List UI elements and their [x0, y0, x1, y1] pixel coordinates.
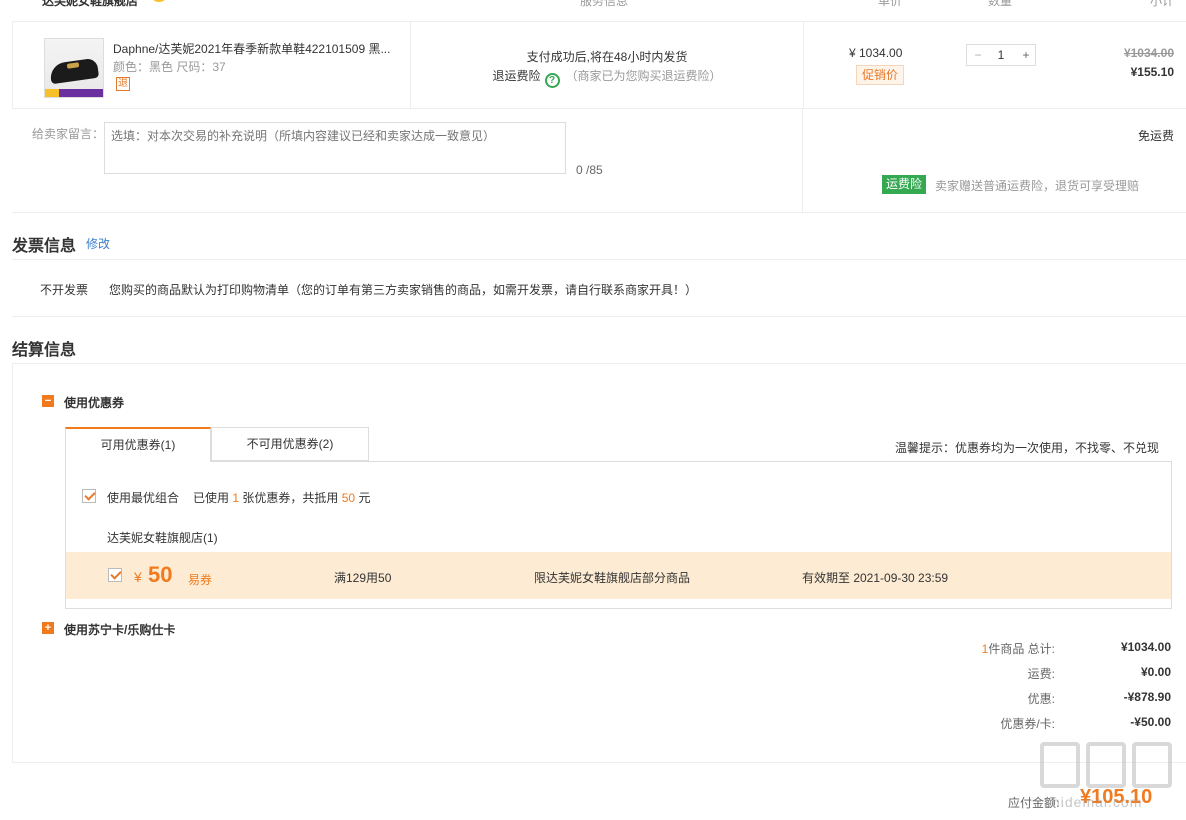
original-total: ¥1034.00 [1123, 46, 1174, 60]
summary-discount-label: 优惠: [1027, 692, 1055, 706]
invoice-edit-link[interactable]: 修改 [86, 235, 110, 252]
unit-price: ¥ 1034.00 [849, 46, 903, 60]
pay-label: 应付金额: [1008, 796, 1060, 810]
insurance-note: （商家已为您购买退运费险） [565, 69, 722, 83]
promo-price-tag: 促销价 [856, 65, 904, 85]
divider [802, 109, 803, 212]
summary-total-row: 1件商品 总计: ¥1034.00 [871, 640, 1171, 660]
use-card-toggle[interactable]: 使用苏宁卡/乐购仕卡 [64, 621, 175, 638]
coupon-scope: 限达芙妮女鞋旗舰店部分商品 [534, 571, 691, 585]
insurance-label: 退运费险 [492, 69, 541, 83]
used-count: 1 [232, 491, 240, 505]
pay-amount: ¥105.10 [1080, 786, 1153, 808]
summary-coupon: -¥50.00 [1130, 715, 1171, 729]
total-label-text: 件商品 总计: [988, 642, 1055, 656]
coupon-store-name: 达芙妮女鞋旗舰店(1) [107, 531, 218, 545]
subtotal: ¥155.10 [1130, 65, 1174, 79]
col-price: 单价 [878, 0, 903, 8]
tab-unavailable-coupons[interactable]: 不可用优惠券(2) [211, 427, 369, 461]
best-combo-label[interactable]: 使用最优组合 [107, 489, 179, 506]
use-coupon-toggle[interactable]: 使用优惠券 [64, 394, 124, 411]
invoice-type: 不开发票 [40, 283, 89, 297]
used-mid: 张优惠券，共抵用 [242, 491, 339, 505]
col-service: 服务信息 [580, 0, 629, 8]
invoice-title: 发票信息 [12, 238, 77, 255]
coupon-amount: 50 [148, 562, 173, 587]
product-row: Daphne/达芙妮2021年春季新款单鞋422101509 黑... 颜色：黑… [12, 22, 1186, 109]
summary-discount: -¥878.90 [1123, 690, 1171, 704]
message-row: 给卖家留言： 0 /85 免运费 运费险 卖家赠送普通运费险，退货可享受理赔 [12, 109, 1186, 213]
quantity-stepper: − 1 + [966, 44, 1036, 66]
shipping-promise: 支付成功后,将在48小时内发货 [526, 50, 688, 64]
used-amount: 50 [341, 491, 356, 505]
qty-value[interactable]: 1 [989, 45, 1013, 65]
used-suffix: 元 [358, 491, 371, 505]
coupon-condition: 满129用50 [334, 571, 392, 585]
message-label: 给卖家留言： [32, 127, 105, 141]
coupon-tip: 温馨提示：优惠券均为一次使用，不找零、不兑现 [894, 441, 1159, 455]
summary-shipping: ¥0.00 [1140, 665, 1171, 679]
summary-shipping-row: 运费: ¥0.00 [871, 665, 1171, 685]
coupon-currency: ¥ [134, 569, 142, 585]
summary-coupon-row: 优惠券/卡: -¥50.00 [871, 715, 1171, 735]
tab-available-coupons[interactable]: 可用优惠券(1) [65, 427, 211, 462]
settlement-box: − 使用优惠券 可用优惠券(1) 不可用优惠券(2) 温馨提示：优惠券均为一次使… [12, 363, 1186, 763]
qty-plus-button[interactable]: + [1015, 45, 1037, 65]
shipping-insurance-tag: 运费险 [882, 175, 927, 194]
summary-total-label: 1件商品 总计: [982, 640, 1055, 657]
invoice-box: 不开发票 您购买的商品默认为打印购物清单（您的订单有第三方卖家销售的商品，如需开… [12, 259, 1186, 317]
cart-header-row: 达芙妮女鞋旗舰店 服务信息 单价 数量 小计 [12, 0, 1186, 22]
coupon-row[interactable]: ¥ 50 易券 满129用50 限达芙妮女鞋旗舰店部分商品 有效期至 2021-… [66, 552, 1171, 599]
qty-minus-button[interactable]: − [967, 45, 989, 65]
return-tag: 退 [116, 77, 130, 91]
summary-coupon-label: 优惠券/卡: [1000, 717, 1055, 731]
coupon-checkbox[interactable] [108, 568, 122, 582]
divider [410, 22, 411, 108]
divider [803, 22, 804, 108]
message-char-count: 0 /85 [576, 163, 603, 177]
free-shipping: 免运费 [1137, 129, 1174, 143]
used-prefix: 已使用 [193, 491, 230, 505]
shop-name[interactable]: 达芙妮女鞋旗舰店 [42, 0, 138, 9]
product-image[interactable] [44, 38, 104, 98]
summary-shipping-label: 运费: [1027, 667, 1055, 681]
col-subtotal: 小计 [1150, 0, 1175, 8]
product-title[interactable]: Daphne/达芙妮2021年春季新款单鞋422101509 黑... [113, 40, 398, 57]
coupon-expiry: 有效期至 2021-09-30 23:59 [802, 571, 949, 585]
return-insurance-line: 退运费险? （商家已为您购买退运费险） [411, 67, 803, 88]
plus-square-icon[interactable]: + [42, 622, 54, 634]
product-spec: 颜色：黑色 尺码：37 [113, 60, 226, 74]
coupon-panel: 使用最优组合 已使用 1 张优惠券，共抵用 50 元 达芙妮女鞋旗舰店(1) ¥… [65, 461, 1172, 609]
shop-badge-icon [150, 0, 168, 2]
best-combo-checkbox[interactable] [82, 489, 96, 503]
coupon-usage-summary: 已使用 1 张优惠券，共抵用 50 元 [193, 489, 370, 506]
help-circle-icon[interactable]: ? [544, 73, 560, 88]
image-tag-accent [45, 89, 59, 97]
minus-square-icon[interactable]: − [42, 395, 54, 407]
invoice-desc: 您购买的商品默认为打印购物清单（您的订单有第三方卖家销售的商品，如需开发票，请自… [109, 283, 698, 297]
col-qty: 数量 [988, 0, 1013, 8]
seller-message-input[interactable] [104, 122, 566, 174]
coupon-type: 易券 [188, 573, 213, 587]
summary-discount-row: 优惠: -¥878.90 [871, 690, 1171, 710]
summary-total: ¥1034.00 [1120, 640, 1171, 654]
settlement-title: 结算信息 [12, 342, 77, 359]
shipping-insurance-text: 卖家赠送普通运费险，退货可享受理赔 [935, 179, 1140, 193]
